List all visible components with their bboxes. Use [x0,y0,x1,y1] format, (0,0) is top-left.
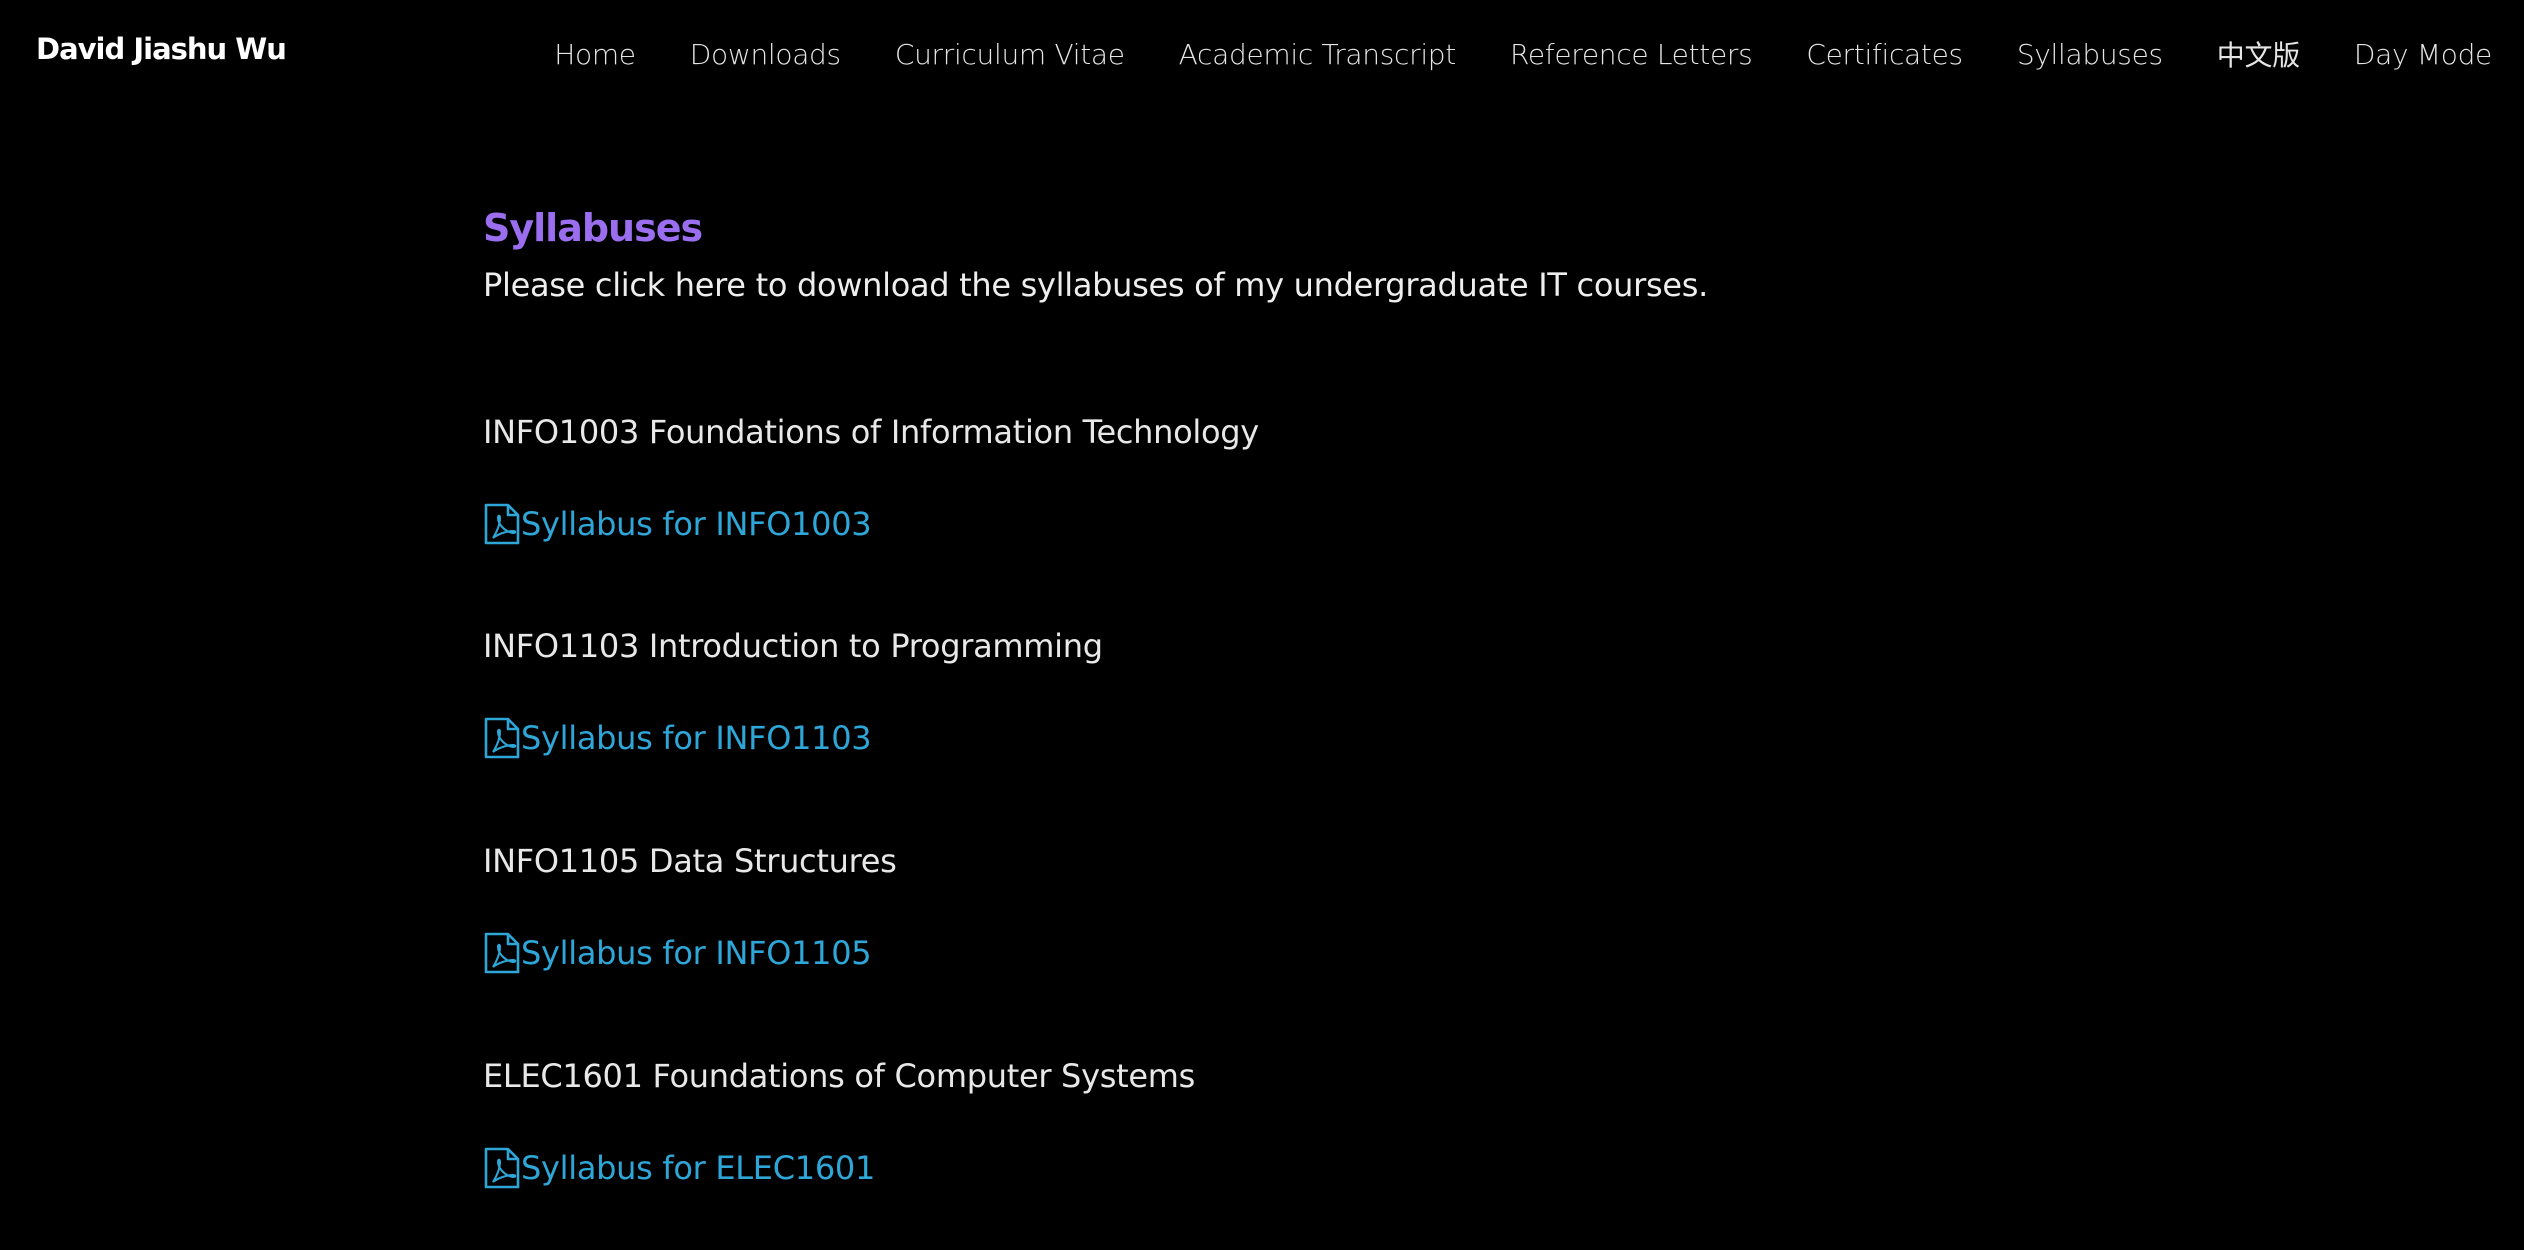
syllabus-link-label: Syllabus for ELEC1601 [521,1149,875,1187]
nav-certificates[interactable]: Certificates [1806,38,1963,71]
main-content: Syllabuses Please click here to download… [483,200,2043,1189]
intro-text: Please click here to download the syllab… [483,266,1708,304]
course-title: ELEC1601 Foundations of Computer Systems [483,1057,1195,1095]
nav-academic-transcript[interactable]: Academic Transcript [1179,38,1457,71]
syllabus-link-label: Syllabus for INFO1003 [521,505,872,543]
course-section: INFO1105 Data Structures Syllabus for IN… [483,841,897,975]
course-title: INFO1003 Foundations of Information Tech… [483,413,1259,451]
syllabus-download-link[interactable]: Syllabus for INFO1105 [483,931,897,975]
syllabus-download-link[interactable]: Syllabus for INFO1003 [483,502,1259,546]
nav-reference-letters[interactable]: Reference Letters [1510,38,1753,71]
nav-chinese-version[interactable]: 中文版 [2217,34,2300,74]
course-section: INFO1103 Introduction to Programming Syl… [483,626,1103,760]
nav-home[interactable]: Home [554,38,636,71]
nav-syllabuses[interactable]: Syllabuses [2017,38,2163,71]
nav-day-mode-toggle[interactable]: Day Mode [2354,38,2492,71]
top-navigation-bar: David Jiashu Wu Home Downloads Curriculu… [0,0,2524,106]
site-brand[interactable]: David Jiashu Wu [36,32,287,66]
course-title: INFO1103 Introduction to Programming [483,627,1103,665]
nav-downloads[interactable]: Downloads [690,38,841,71]
page-title: Syllabuses [483,206,703,250]
course-title: INFO1105 Data Structures [483,842,897,880]
syllabus-download-link[interactable]: Syllabus for ELEC1601 [483,1146,1195,1190]
course-section: INFO1003 Foundations of Information Tech… [483,412,1259,546]
pdf-file-icon [484,1147,520,1189]
course-section: ELEC1601 Foundations of Computer Systems… [483,1056,1195,1190]
nav-curriculum-vitae[interactable]: Curriculum Vitae [895,38,1125,71]
syllabus-link-label: Syllabus for INFO1105 [521,934,872,972]
syllabus-download-link[interactable]: Syllabus for INFO1103 [483,716,1103,760]
pdf-file-icon [484,717,520,759]
syllabus-link-label: Syllabus for INFO1103 [521,719,872,757]
main-nav: Home Downloads Curriculum Vitae Academic… [554,34,2492,74]
pdf-file-icon [484,932,520,974]
pdf-file-icon [484,503,520,545]
